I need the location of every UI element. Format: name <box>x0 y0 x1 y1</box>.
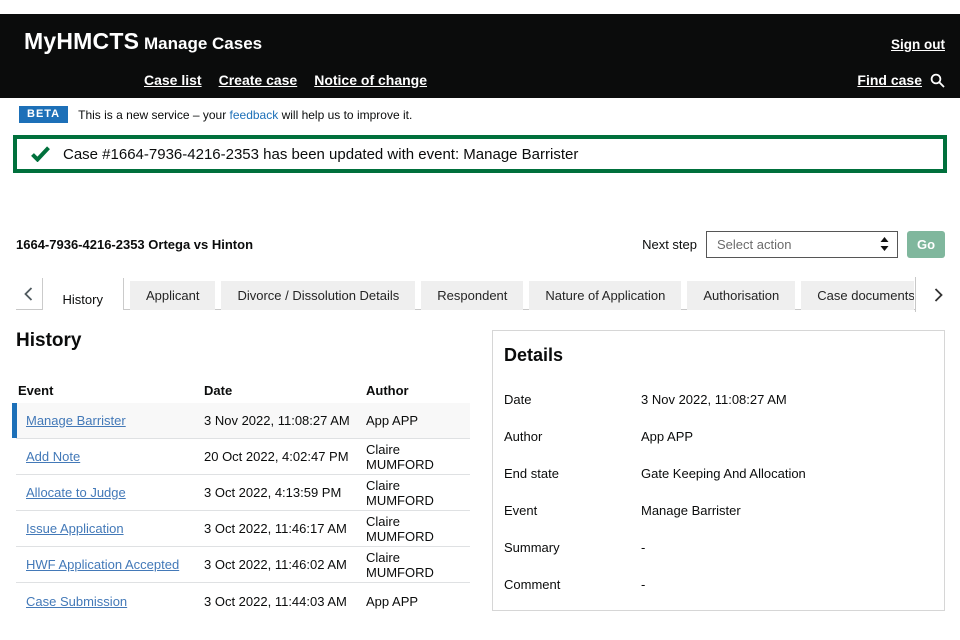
event-author: Claire MUMFORD <box>366 442 470 472</box>
details-heading: Details <box>504 345 928 366</box>
nav-create-case[interactable]: Create case <box>219 72 298 88</box>
tabs-scroll-left-button[interactable] <box>16 277 42 310</box>
event-link[interactable]: HWF Application Accepted <box>26 557 179 572</box>
detail-value: 3 Nov 2022, 11:08:27 AM <box>641 392 787 407</box>
find-case-link[interactable]: Find case <box>857 72 922 88</box>
detail-label: Summary <box>504 540 641 555</box>
event-author: App APP <box>366 594 470 609</box>
go-button[interactable]: Go <box>907 231 945 258</box>
event-date: 3 Oct 2022, 11:46:17 AM <box>204 521 366 536</box>
history-table-header: Event Date Author <box>16 378 470 403</box>
detail-label: Author <box>504 429 641 444</box>
table-row[interactable]: HWF Application Accepted 3 Oct 2022, 11:… <box>16 547 470 583</box>
tab-nature-of-application[interactable]: Nature of Application <box>529 281 681 310</box>
sign-out-link[interactable]: Sign out <box>891 37 945 52</box>
tab-authorisation[interactable]: Authorisation <box>687 281 795 310</box>
nav-case-list[interactable]: Case list <box>144 72 202 88</box>
select-spinner-icon <box>880 237 889 251</box>
main-content: History Event Date Author Manage Barrist… <box>0 330 960 619</box>
success-message: Case #1664-7936-4216-2353 has been updat… <box>63 146 578 163</box>
event-date: 20 Oct 2022, 4:02:47 PM <box>204 449 366 464</box>
tab-applicant[interactable]: Applicant <box>130 281 215 310</box>
phase-banner: BETA This is a new service – your feedba… <box>0 98 960 130</box>
detail-field-summary: Summary - <box>504 540 928 555</box>
tab-respondent[interactable]: Respondent <box>421 281 523 310</box>
phase-text-after: will help us to improve it. <box>278 108 412 122</box>
table-row[interactable]: Allocate to Judge 3 Oct 2022, 4:13:59 PM… <box>16 475 470 511</box>
nav-notice-of-change[interactable]: Notice of change <box>314 72 427 88</box>
event-link[interactable]: Issue Application <box>26 521 124 536</box>
tab-list: History Applicant Divorce / Dissolution … <box>42 278 915 310</box>
table-row[interactable]: Add Note 20 Oct 2022, 4:02:47 PM Claire … <box>16 439 470 475</box>
event-link[interactable]: Allocate to Judge <box>26 485 126 500</box>
event-author: Claire MUMFORD <box>366 478 470 508</box>
next-step-select[interactable]: Select action <box>706 231 898 258</box>
service-name: Manage Cases <box>144 34 262 54</box>
feedback-link[interactable]: feedback <box>230 108 279 122</box>
chevron-right-icon <box>934 288 943 302</box>
event-date: 3 Nov 2022, 11:08:27 AM <box>204 413 366 428</box>
tabs-scroll-right-button[interactable] <box>915 277 960 312</box>
history-table: Event Date Author Manage Barrister 3 Nov… <box>16 378 470 619</box>
detail-label: Comment <box>504 577 641 592</box>
detail-value: - <box>641 577 645 592</box>
table-row[interactable]: Case Submission 3 Oct 2022, 11:44:03 AM … <box>16 583 470 619</box>
tab-history[interactable]: History <box>42 278 124 310</box>
phase-text-before: This is a new service – your <box>78 108 229 122</box>
detail-value: Gate Keeping And Allocation <box>641 466 806 481</box>
beta-badge: BETA <box>19 106 68 123</box>
case-header-bar: 1664-7936-4216-2353 Ortega vs Hinton Nex… <box>0 230 960 258</box>
detail-value: Manage Barrister <box>641 503 741 518</box>
tab-divorce-dissolution-details[interactable]: Divorce / Dissolution Details <box>221 281 415 310</box>
tab-strip: History Applicant Divorce / Dissolution … <box>16 277 960 310</box>
event-author: Claire MUMFORD <box>366 550 470 580</box>
details-fields: Date 3 Nov 2022, 11:08:27 AM Author App … <box>504 392 928 592</box>
detail-label: Date <box>504 392 641 407</box>
tab-case-documents[interactable]: Case documents <box>801 281 914 310</box>
search-icon[interactable] <box>930 73 945 88</box>
detail-label: Event <box>504 503 641 518</box>
detail-label: End state <box>504 466 641 481</box>
product-logo: MyHMCTS <box>24 28 144 55</box>
event-link[interactable]: Add Note <box>26 449 80 464</box>
col-header-event: Event <box>16 383 204 398</box>
event-author: App APP <box>366 413 470 428</box>
next-step-select-value: Select action <box>717 237 880 252</box>
col-header-date: Date <box>204 383 366 398</box>
event-link[interactable]: Case Submission <box>26 594 127 609</box>
event-author: Claire MUMFORD <box>366 514 470 544</box>
detail-field-end-state: End state Gate Keeping And Allocation <box>504 466 928 481</box>
event-date: 3 Oct 2022, 4:13:59 PM <box>204 485 366 500</box>
event-date: 3 Oct 2022, 11:44:03 AM <box>204 594 366 609</box>
table-row[interactable]: Issue Application 3 Oct 2022, 11:46:17 A… <box>16 511 470 547</box>
primary-nav: Case list Create case Notice of change <box>144 72 427 88</box>
event-link[interactable]: Manage Barrister <box>26 413 126 428</box>
detail-field-comment: Comment - <box>504 577 928 592</box>
detail-field-date: Date 3 Nov 2022, 11:08:27 AM <box>504 392 928 407</box>
success-banner: Case #1664-7936-4216-2353 has been updat… <box>13 135 947 173</box>
detail-value: App APP <box>641 429 693 444</box>
detail-field-event: Event Manage Barrister <box>504 503 928 518</box>
history-panel: History Event Date Author Manage Barrist… <box>16 330 470 619</box>
detail-value: - <box>641 540 645 555</box>
history-heading: History <box>16 330 470 352</box>
col-header-author: Author <box>366 383 470 398</box>
table-row[interactable]: Manage Barrister 3 Nov 2022, 11:08:27 AM… <box>16 403 470 439</box>
details-panel: Details Date 3 Nov 2022, 11:08:27 AM Aut… <box>492 330 945 611</box>
detail-field-author: Author App APP <box>504 429 928 444</box>
phase-banner-text: This is a new service – your feedback wi… <box>78 108 412 122</box>
event-date: 3 Oct 2022, 11:46:02 AM <box>204 557 366 572</box>
chevron-left-icon <box>24 287 33 301</box>
case-title: 1664-7936-4216-2353 Ortega vs Hinton <box>16 237 253 252</box>
check-icon <box>31 146 50 162</box>
next-step-label: Next step <box>642 237 697 252</box>
app-header: MyHMCTS Manage Cases Sign out Case list … <box>0 14 960 98</box>
